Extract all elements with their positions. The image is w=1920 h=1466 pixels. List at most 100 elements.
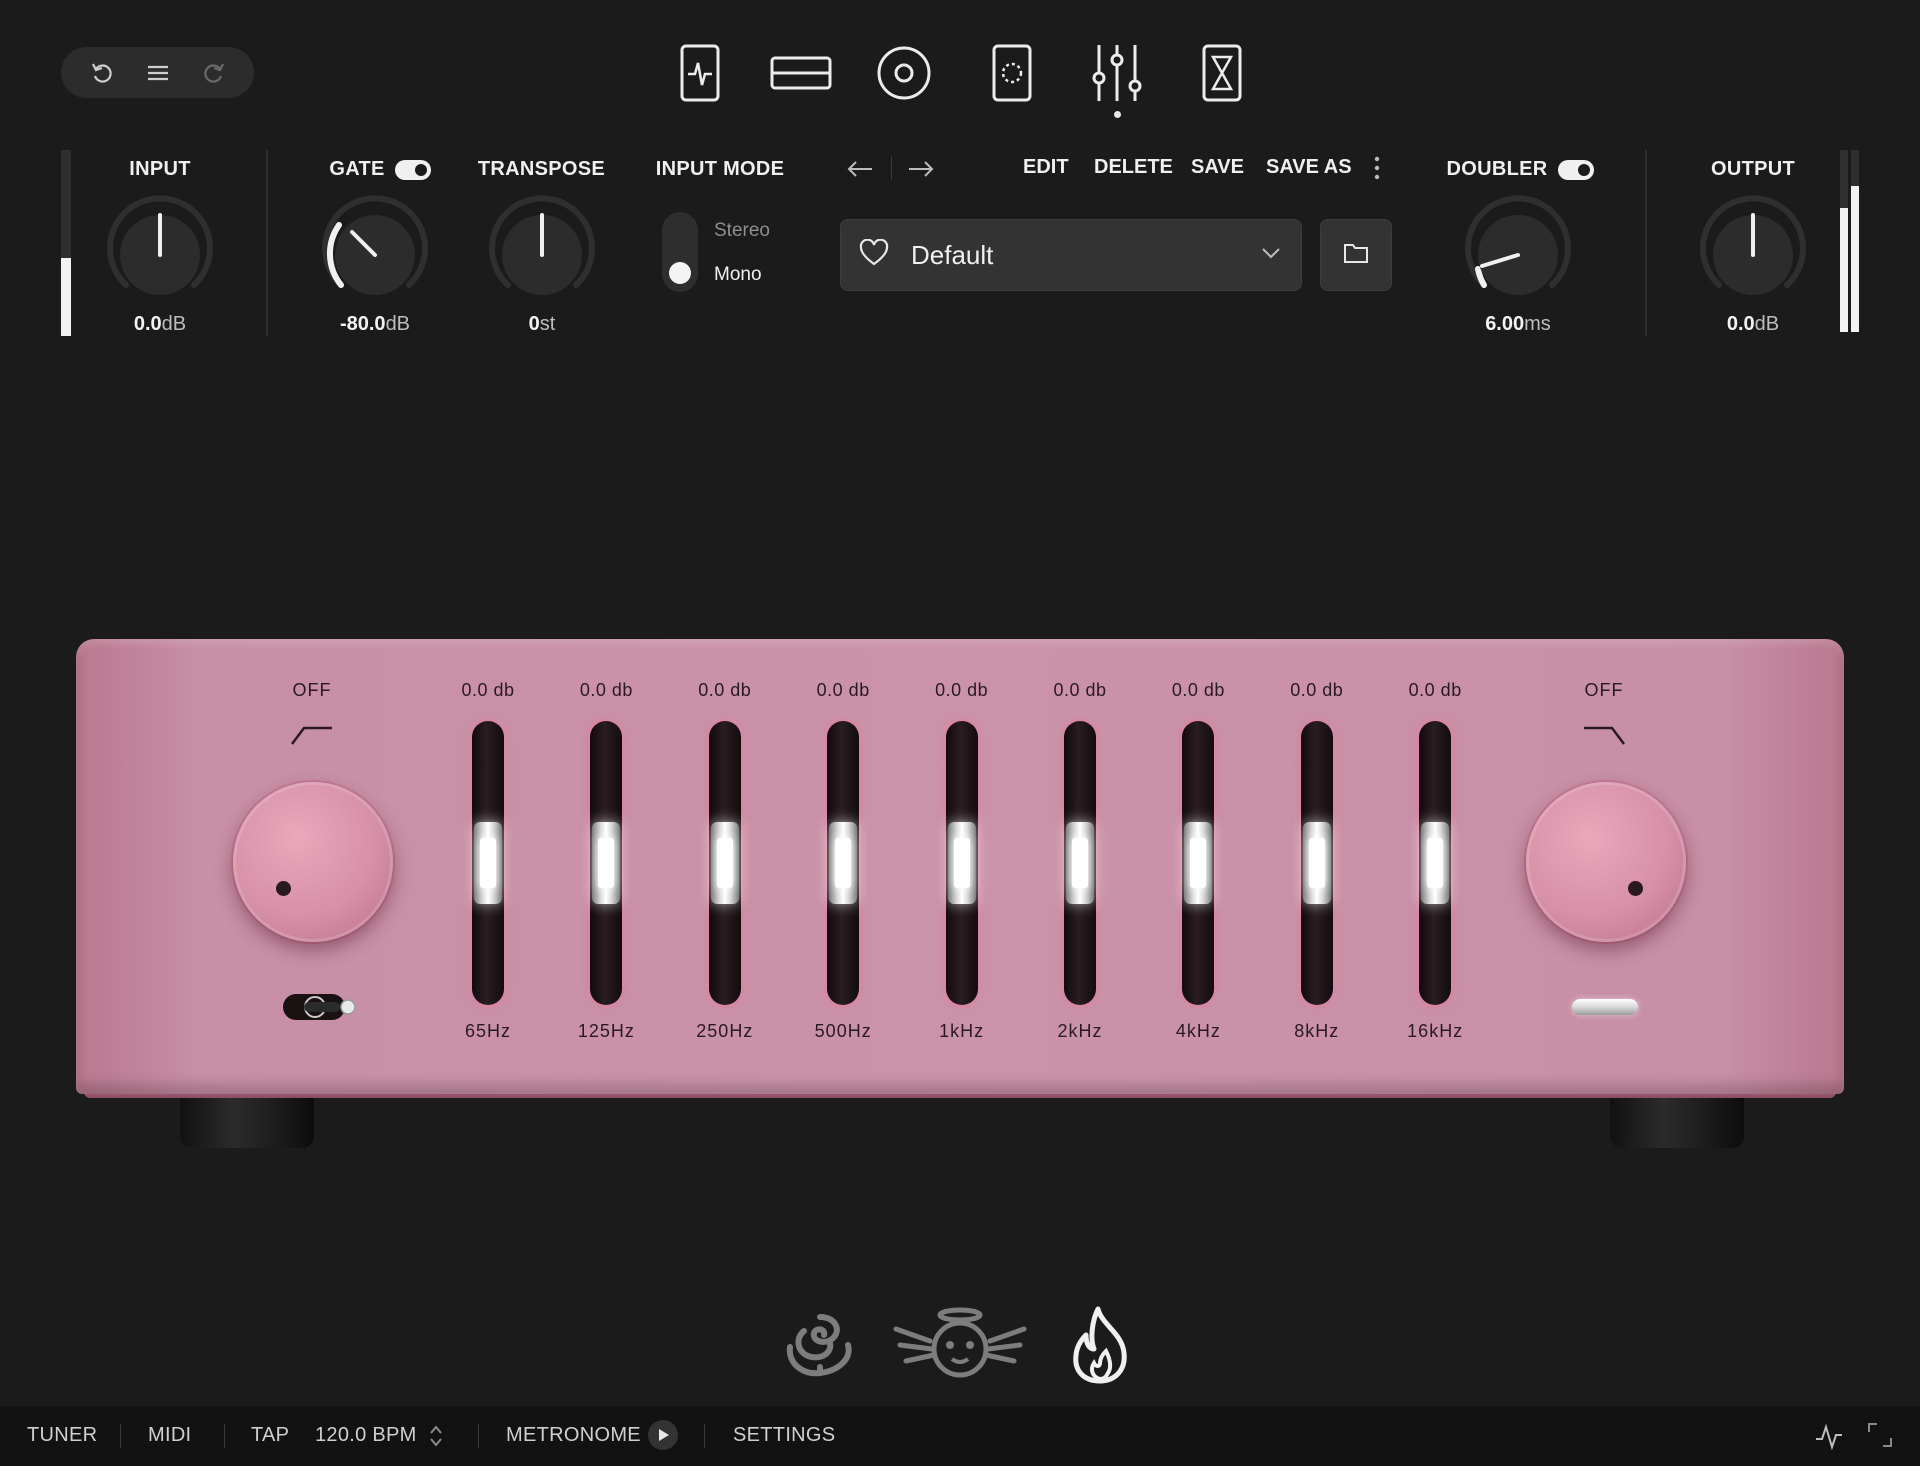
low-cut-shape-icon [290, 722, 334, 751]
gate-toggle[interactable] [394, 159, 431, 180]
mixer-icon[interactable] [1087, 40, 1147, 106]
fullscreen-icon[interactable] [1867, 1422, 1893, 1453]
high-cut-indicator [1572, 999, 1638, 1015]
band-frequency: 8kHz [1294, 1021, 1340, 1041]
flame-icon[interactable] [1060, 1300, 1140, 1390]
input-mode-switch[interactable] [662, 212, 698, 292]
save-button[interactable]: SAVE [1191, 156, 1244, 179]
band-slider-handle[interactable] [710, 822, 739, 904]
more-vertical-icon[interactable] [1372, 154, 1382, 189]
doubler-knob[interactable] [1458, 195, 1578, 315]
band-gain: 0.0 db [1408, 680, 1462, 700]
arrow-right-icon[interactable] [906, 154, 936, 189]
chassis-foot [180, 1096, 314, 1148]
low-cut-knob[interactable] [233, 782, 393, 942]
output-level-meter-left [1840, 150, 1848, 332]
activity-icon[interactable] [1814, 1421, 1844, 1456]
transpose-knob[interactable] [482, 195, 602, 315]
tap-button[interactable]: TAP [251, 1424, 289, 1447]
folder-button[interactable] [1320, 219, 1392, 291]
band-slider[interactable] [1182, 721, 1215, 1005]
amp-icon[interactable] [768, 40, 834, 106]
low-cut-toggle-switch[interactable] [282, 992, 356, 1022]
band-slider-handle[interactable] [829, 822, 858, 904]
input-label: INPUT [129, 158, 191, 180]
bpm-value[interactable]: 120.0 BPM [315, 1424, 417, 1447]
band-slider-handle[interactable] [947, 822, 976, 904]
speaker-icon[interactable] [873, 40, 935, 106]
folder-icon [1342, 241, 1370, 270]
band-slider-handle[interactable] [1302, 822, 1331, 904]
history-controls [61, 47, 254, 98]
angel-icon[interactable] [890, 1300, 1030, 1390]
band-slider[interactable] [1419, 721, 1452, 1005]
redo-icon[interactable] [198, 58, 228, 88]
band-slider[interactable] [1300, 721, 1333, 1005]
edit-button[interactable]: EDIT [1023, 156, 1069, 179]
preset-actions: EDIT [1023, 156, 1069, 179]
transpose-value: 0st [528, 313, 556, 335]
midi-button[interactable]: MIDI [148, 1424, 191, 1447]
tuner-button[interactable]: TUNER [27, 1424, 97, 1447]
band-slider[interactable] [1064, 721, 1096, 1005]
band-slider-handle[interactable] [1184, 822, 1213, 904]
chevron-down-icon[interactable] [1259, 241, 1283, 270]
band-slider[interactable] [827, 721, 860, 1005]
divider [704, 1424, 705, 1448]
delete-button[interactable]: DELETE [1094, 156, 1173, 179]
timer-icon[interactable] [1192, 40, 1252, 106]
band-frequency: 2kHz [1057, 1021, 1103, 1041]
band-slider-handle[interactable] [592, 822, 621, 904]
band-slider-handle[interactable] [1421, 822, 1450, 904]
settings-button[interactable]: SETTINGS [733, 1424, 835, 1447]
input-knob[interactable] [100, 195, 220, 315]
doubler-value: 6.00ms [1485, 313, 1551, 335]
output-value: 0.0dB [1726, 313, 1780, 335]
rose-icon[interactable] [775, 1300, 865, 1390]
band-gain: 0.0 db [579, 680, 633, 700]
preset-selector[interactable]: Default [840, 219, 1302, 291]
transpose-label: TRANSPOSE [477, 158, 606, 180]
gate-knob[interactable] [315, 195, 435, 315]
pedal-icon[interactable] [670, 40, 730, 106]
play-icon[interactable] [648, 1420, 678, 1450]
band-slider[interactable] [945, 721, 978, 1005]
metronome-label: METRONOME [506, 1424, 641, 1446]
arrow-left-icon[interactable] [845, 154, 875, 189]
band-slider-handle[interactable] [1066, 822, 1094, 904]
undo-icon[interactable] [88, 58, 118, 88]
gate-header: GATE [300, 158, 460, 181]
high-cut-state: OFF [1584, 680, 1624, 700]
band-gain: 0.0 db [935, 680, 989, 700]
band-frequency: 16kHz [1407, 1021, 1464, 1041]
high-cut-shape-icon [1582, 722, 1626, 751]
divider [120, 1424, 121, 1448]
heart-icon[interactable] [859, 238, 889, 272]
doubler-label: DOUBLER [1446, 158, 1548, 180]
band-gain: 0.0 db [1053, 680, 1107, 700]
input-mode-mono[interactable]: Mono [714, 264, 762, 286]
high-cut-knob[interactable] [1526, 782, 1686, 942]
band-gain: 0.0 db [698, 680, 752, 700]
divider [891, 156, 892, 180]
band-gain: 0.0 db [1171, 680, 1225, 700]
band-gain: 0.0 db [461, 680, 515, 700]
doubler-toggle[interactable] [1557, 159, 1594, 180]
band-slider[interactable] [708, 721, 741, 1005]
active-nav-indicator [1114, 111, 1121, 118]
save-as-button[interactable]: SAVE AS [1266, 156, 1352, 179]
band-frequency: 4kHz [1175, 1021, 1221, 1041]
divider [1645, 150, 1647, 336]
output-knob[interactable] [1693, 195, 1813, 315]
menu-icon[interactable] [143, 58, 173, 88]
band-slider[interactable] [472, 721, 504, 1005]
bpm-stepper-icon[interactable] [428, 1422, 444, 1455]
cabinet-icon[interactable] [982, 40, 1042, 106]
preset-actions: SAVE AS [1266, 156, 1352, 179]
band-slider[interactable] [590, 721, 623, 1005]
input-mode-stereo[interactable]: Stereo [714, 220, 770, 242]
output-level-meter-right [1851, 150, 1859, 332]
band-slider-handle[interactable] [474, 822, 502, 904]
module-nav [670, 40, 1250, 120]
preset-actions: SAVE [1191, 156, 1244, 179]
